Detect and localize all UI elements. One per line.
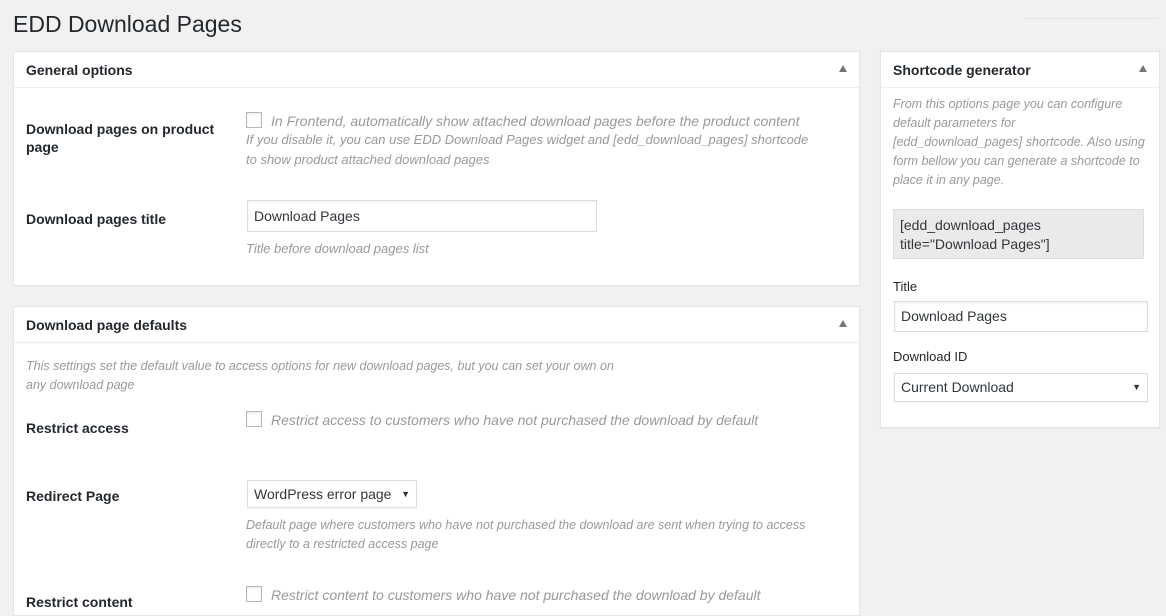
shortcode-description-3: [edd_download_pages] shortcode. Also usi… bbox=[893, 135, 1145, 149]
download-page-defaults-title: Download page defaults bbox=[26, 317, 188, 333]
shortcode-output-line-2: title="Download Pages"] bbox=[900, 236, 1050, 252]
shortcode-output[interactable]: [edd_download_pages title="Download Page… bbox=[893, 209, 1144, 259]
download-id-value: Current Download bbox=[901, 379, 1014, 395]
shortcode-description-2: default parameters for bbox=[893, 116, 1016, 130]
shortcode-generator-title: Shortcode generator bbox=[893, 62, 1031, 78]
download-pages-title-input[interactable]: Download Pages bbox=[247, 200, 597, 232]
caret-down-icon: ▼ bbox=[1132, 382, 1141, 392]
shortcode-description-5: place it in any page. bbox=[893, 173, 1005, 187]
collapse-toggle-icon[interactable] bbox=[839, 65, 847, 72]
download-pages-title-label: Download pages title bbox=[26, 211, 167, 227]
restrict-access-checkbox[interactable] bbox=[246, 411, 262, 427]
restrict-access-label: Restrict access bbox=[26, 420, 129, 436]
download-id-label: Download ID bbox=[893, 349, 968, 364]
redirect-page-value: WordPress error page bbox=[254, 486, 392, 502]
general-options-title: General options bbox=[26, 62, 133, 78]
redirect-page-select[interactable]: WordPress error page ▼ bbox=[247, 480, 417, 508]
top-divider bbox=[1025, 18, 1158, 19]
download-pages-title-description: Title before download pages list bbox=[246, 241, 429, 256]
redirect-description-2: directly to a restricted access page bbox=[246, 537, 439, 551]
download-id-select[interactable]: Current Download ▼ bbox=[894, 373, 1148, 402]
shortcode-generator-header: Shortcode generator bbox=[881, 52, 1159, 88]
restrict-access-checkbox-label: Restrict access to customers who have no… bbox=[271, 412, 759, 428]
restrict-content-checkbox-label: Restrict content to customers who have n… bbox=[271, 587, 761, 603]
redirect-page-label: Redirect Page bbox=[26, 488, 120, 504]
restrict-content-checkbox[interactable] bbox=[246, 586, 262, 602]
download-page-defaults-box: Download page defaults This settings set… bbox=[13, 306, 860, 616]
frontend-checkbox[interactable] bbox=[246, 112, 262, 128]
shortcode-generator-box: Shortcode generator From this options pa… bbox=[880, 51, 1160, 428]
frontend-description-2: to show product attached download pages bbox=[246, 152, 490, 167]
defaults-intro-1: This settings set the default value to a… bbox=[26, 359, 614, 373]
shortcode-output-line-1: [edd_download_pages bbox=[900, 217, 1041, 233]
shortcode-description-4: form bellow you can generate a shortcode… bbox=[893, 154, 1140, 168]
shortcode-title-label: Title bbox=[893, 279, 918, 294]
frontend-description-1: If you disable it, you can use EDD Downl… bbox=[246, 132, 809, 147]
download-page-defaults-header: Download page defaults bbox=[14, 307, 859, 343]
general-options-header: General options bbox=[14, 52, 859, 88]
restrict-content-label: Restrict content bbox=[26, 594, 133, 610]
general-options-box: General options Download pages on produc… bbox=[13, 51, 860, 286]
redirect-description-1: Default page where customers who have no… bbox=[246, 518, 806, 532]
page-title: EDD Download Pages bbox=[13, 11, 242, 37]
download-pages-on-product-label: Download pages on product page bbox=[26, 121, 215, 155]
shortcode-description-1: From this options page you can configure bbox=[893, 97, 1123, 111]
collapse-toggle-icon[interactable] bbox=[1139, 65, 1147, 72]
defaults-intro-2: any download page bbox=[26, 378, 135, 392]
caret-down-icon: ▼ bbox=[401, 489, 410, 499]
frontend-checkbox-label: In Frontend, automatically show attached… bbox=[271, 113, 800, 129]
shortcode-title-input[interactable]: Download Pages bbox=[894, 301, 1148, 332]
collapse-toggle-icon[interactable] bbox=[839, 320, 847, 327]
